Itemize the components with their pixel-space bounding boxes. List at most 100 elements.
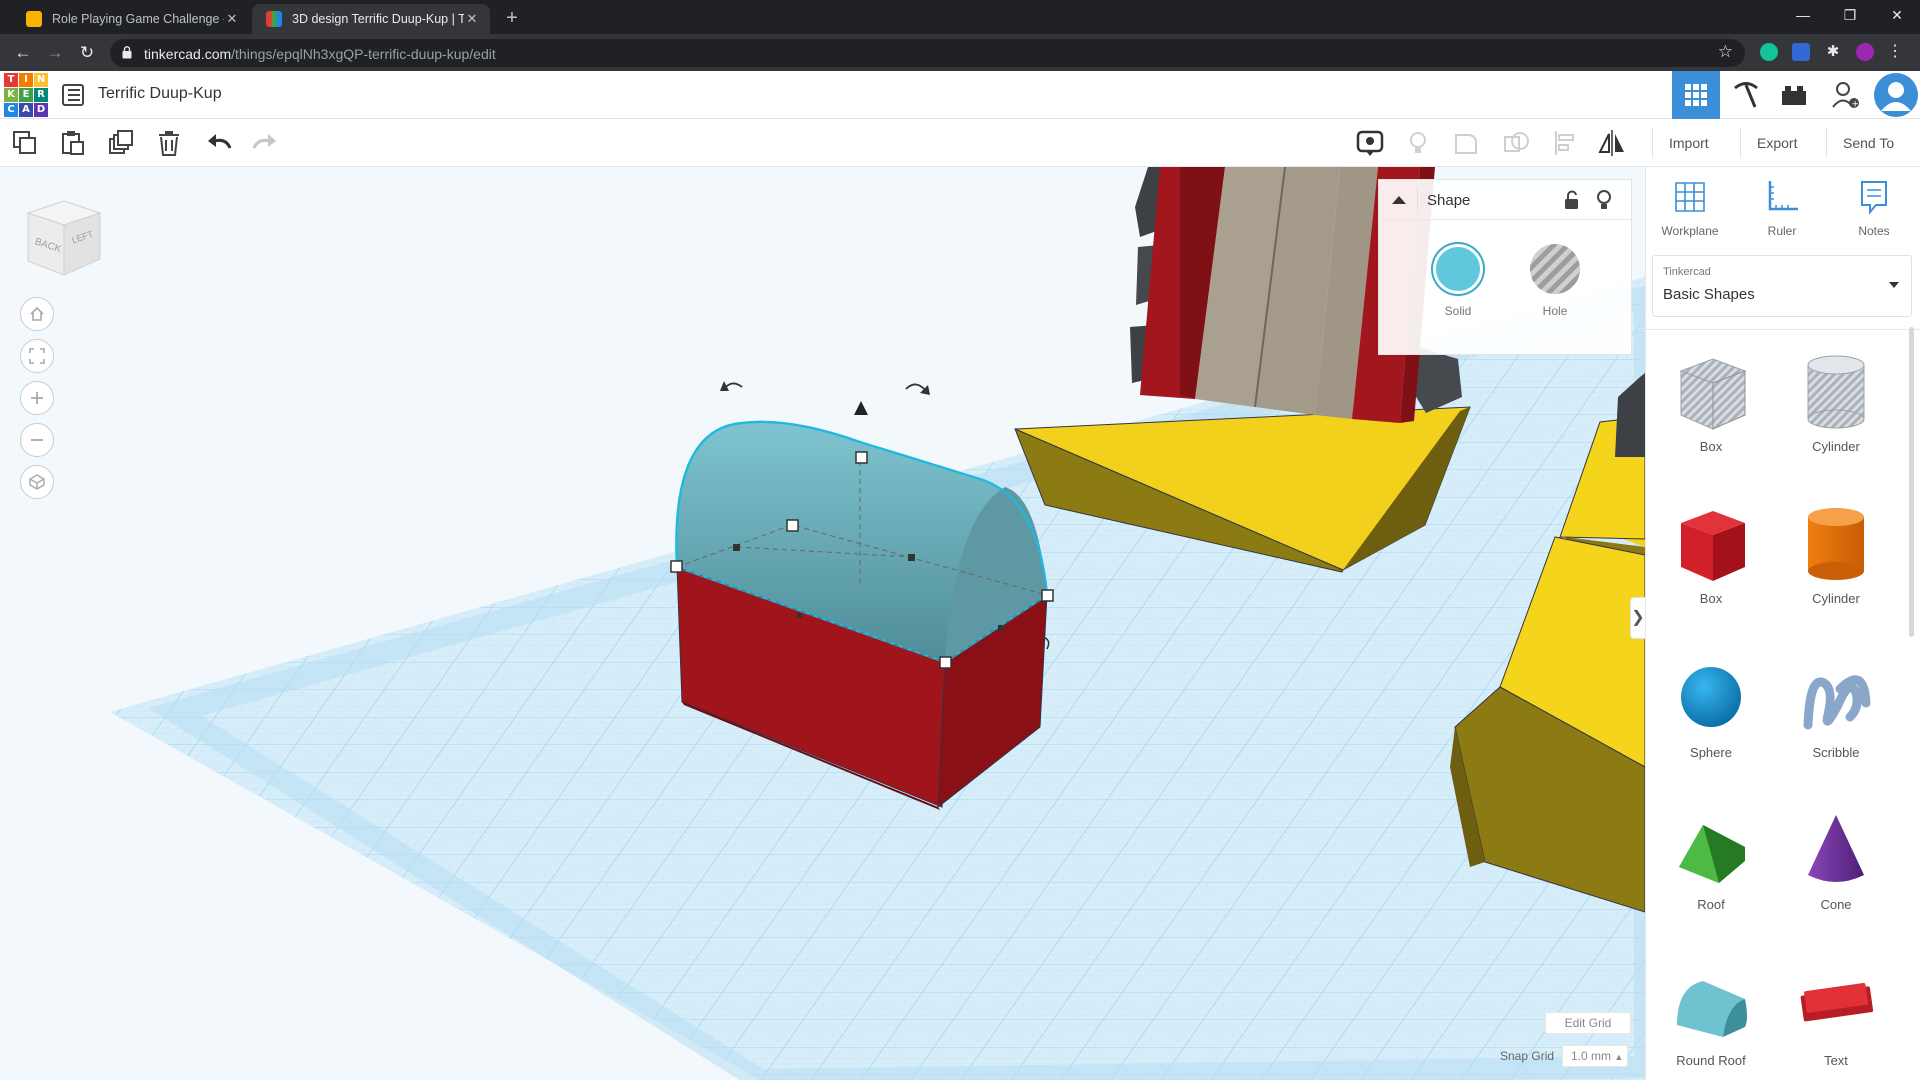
user-avatar[interactable] <box>1872 71 1920 119</box>
plus-icon <box>31 392 43 404</box>
invite-user-button[interactable]: + <box>1822 71 1870 119</box>
shape-cylinder-hole[interactable]: Cylinder <box>1781 349 1891 454</box>
red-box-icon <box>1681 511 1745 581</box>
align-icon[interactable] <box>1552 129 1580 157</box>
grammarly-extension-icon[interactable] <box>1760 43 1778 61</box>
shapes-panel: Workplane Ruler Notes Tinkercad Basic Sh… <box>1645 167 1920 1080</box>
bookmark-star-icon[interactable]: ☆ <box>1718 42 1733 62</box>
extension-icon[interactable] <box>1792 43 1810 61</box>
ruler-icon <box>1768 181 1798 211</box>
ungroup-icon[interactable] <box>1502 129 1530 157</box>
notes-tool[interactable]: Notes <box>1834 179 1914 238</box>
shape-text[interactable]: Text <box>1781 963 1891 1068</box>
send-to-button[interactable]: Send To <box>1826 128 1910 158</box>
forward-button[interactable]: → <box>42 40 68 66</box>
text-shape-icon <box>1800 982 1874 1022</box>
user-avatar-icon <box>1874 73 1918 117</box>
undo-icon[interactable] <box>206 130 232 156</box>
add-user-icon: + <box>1832 82 1859 110</box>
shape-sphere[interactable]: Sphere <box>1656 655 1766 760</box>
address-bar[interactable]: tinkercad.com/things/epqlNh3xgQP-terrifi… <box>110 39 1745 67</box>
sphere-icon <box>1681 667 1741 727</box>
home-view-button[interactable] <box>20 297 54 331</box>
browser-menu-icon[interactable]: ⋮ <box>1886 43 1904 61</box>
tinkercad-header: T I N K E R C A D Terrific Duup-Kup + <box>0 71 1920 119</box>
extensions-puzzle-icon[interactable]: ✱ <box>1824 43 1842 61</box>
lock-icon[interactable] <box>1563 190 1581 210</box>
close-tab-icon[interactable]: ✕ <box>224 11 240 27</box>
shape-round-roof[interactable]: Round Roof <box>1656 963 1766 1068</box>
shape-box[interactable]: Box <box>1656 501 1766 606</box>
zoom-in-button[interactable] <box>20 381 54 415</box>
lock-icon <box>122 46 132 59</box>
browser-tab-strip: Role Playing Game Challenge - I ✕ 3D des… <box>0 0 1920 34</box>
new-tab-button[interactable]: + <box>500 6 524 30</box>
redo-icon[interactable] <box>252 130 278 156</box>
instructables-favicon-icon <box>26 11 42 27</box>
workplane-tool[interactable]: Workplane <box>1650 179 1730 238</box>
pickaxe-icon <box>1734 82 1758 108</box>
collapse-caret-icon[interactable] <box>1389 190 1409 210</box>
hole-swatch[interactable] <box>1530 244 1580 294</box>
back-button[interactable]: ← <box>10 40 36 66</box>
scribble-icon <box>1803 675 1871 730</box>
workplane-icon <box>1675 182 1705 212</box>
light-bulb-icon[interactable] <box>1404 129 1432 157</box>
tinkercad-logo[interactable]: T I N K E R C A D <box>4 73 48 117</box>
inspector-title: Shape <box>1427 192 1471 209</box>
solid-label: Solid <box>1444 304 1472 318</box>
shape-library-select[interactable]: Tinkercad Basic Shapes <box>1652 255 1912 317</box>
duplicate-icon[interactable] <box>108 130 134 156</box>
export-button[interactable]: Export <box>1740 128 1813 158</box>
reload-button[interactable]: ↻ <box>74 40 100 66</box>
close-tab-icon[interactable]: ✕ <box>464 11 480 27</box>
zoom-out-button[interactable] <box>20 423 54 457</box>
shape-scribble[interactable]: Scribble <box>1781 655 1891 760</box>
group-icon[interactable] <box>1452 129 1480 157</box>
perspective-toggle-button[interactable] <box>20 465 54 499</box>
bricks-view-button[interactable] <box>1770 71 1818 119</box>
tinkercad-favicon-icon <box>266 11 282 27</box>
fit-view-button[interactable] <box>20 339 54 373</box>
mirror-icon[interactable] <box>1598 129 1626 157</box>
3d-design-view-button[interactable] <box>1672 71 1720 119</box>
shape-cylinder[interactable]: Cylinder <box>1781 501 1891 606</box>
view-cube[interactable]: BACK LEFT <box>22 195 106 279</box>
url-text: tinkercad.com/things/epqlNh3xgQP-terrifi… <box>144 46 496 62</box>
close-window-button[interactable]: ✕ <box>1874 0 1920 30</box>
grid-view-icon <box>1685 84 1707 106</box>
hole-label: Hole <box>1542 304 1568 318</box>
paste-icon[interactable] <box>60 130 86 156</box>
edit-grid-button[interactable]: Edit Grid <box>1545 1012 1631 1034</box>
design-title[interactable]: Terrific Duup-Kup <box>98 85 222 103</box>
restore-window-button[interactable]: ❐ <box>1827 0 1873 30</box>
browser-tab-tinkercad[interactable]: 3D design Terrific Duup-Kup | Tin ✕ <box>252 4 490 34</box>
shape-inspector-panel: Shape Solid Hole <box>1378 179 1632 355</box>
home-icon <box>30 306 44 321</box>
ruler-tool[interactable]: Ruler <box>1742 179 1822 238</box>
shape-cone[interactable]: Cone <box>1781 807 1891 912</box>
browser-toolbar: ← → ↻ tinkercad.com/things/epqlNh3xgQP-t… <box>0 34 1920 71</box>
panel-expand-toggle[interactable]: ❯ <box>1630 597 1645 639</box>
notes-bubble-icon[interactable] <box>1356 129 1384 157</box>
3d-workspace[interactable]: BACK LEFT Shape Solid Hole ❯ Edit Grid S… <box>0 167 1645 1080</box>
snap-grid-select[interactable]: 1.0 mm ▲ <box>1562 1045 1628 1067</box>
inspector-header: Shape <box>1379 180 1631 220</box>
fit-view-icon <box>29 348 45 364</box>
delete-trash-icon[interactable] <box>156 130 182 156</box>
shape-roof[interactable]: Roof <box>1656 807 1766 912</box>
design-list-icon[interactable] <box>62 84 84 106</box>
minimize-window-button[interactable]: — <box>1780 0 1826 30</box>
light-bulb-icon[interactable] <box>1595 189 1613 211</box>
shape-box-hole[interactable]: Box <box>1656 349 1766 454</box>
solid-color-swatch[interactable] <box>1433 244 1483 294</box>
panel-scrollbar[interactable] <box>1909 327 1914 637</box>
editor-toolbar: Import Export Send To <box>0 119 1920 167</box>
blocks-view-button[interactable] <box>1722 71 1770 119</box>
browser-tab-rpg[interactable]: Role Playing Game Challenge - I ✕ <box>12 4 250 34</box>
copy-icon[interactable] <box>12 130 38 156</box>
profile-avatar-icon[interactable] <box>1856 43 1874 61</box>
cube-perspective-icon <box>29 474 45 490</box>
import-button[interactable]: Import <box>1652 128 1725 158</box>
brick-icon <box>1782 86 1806 105</box>
